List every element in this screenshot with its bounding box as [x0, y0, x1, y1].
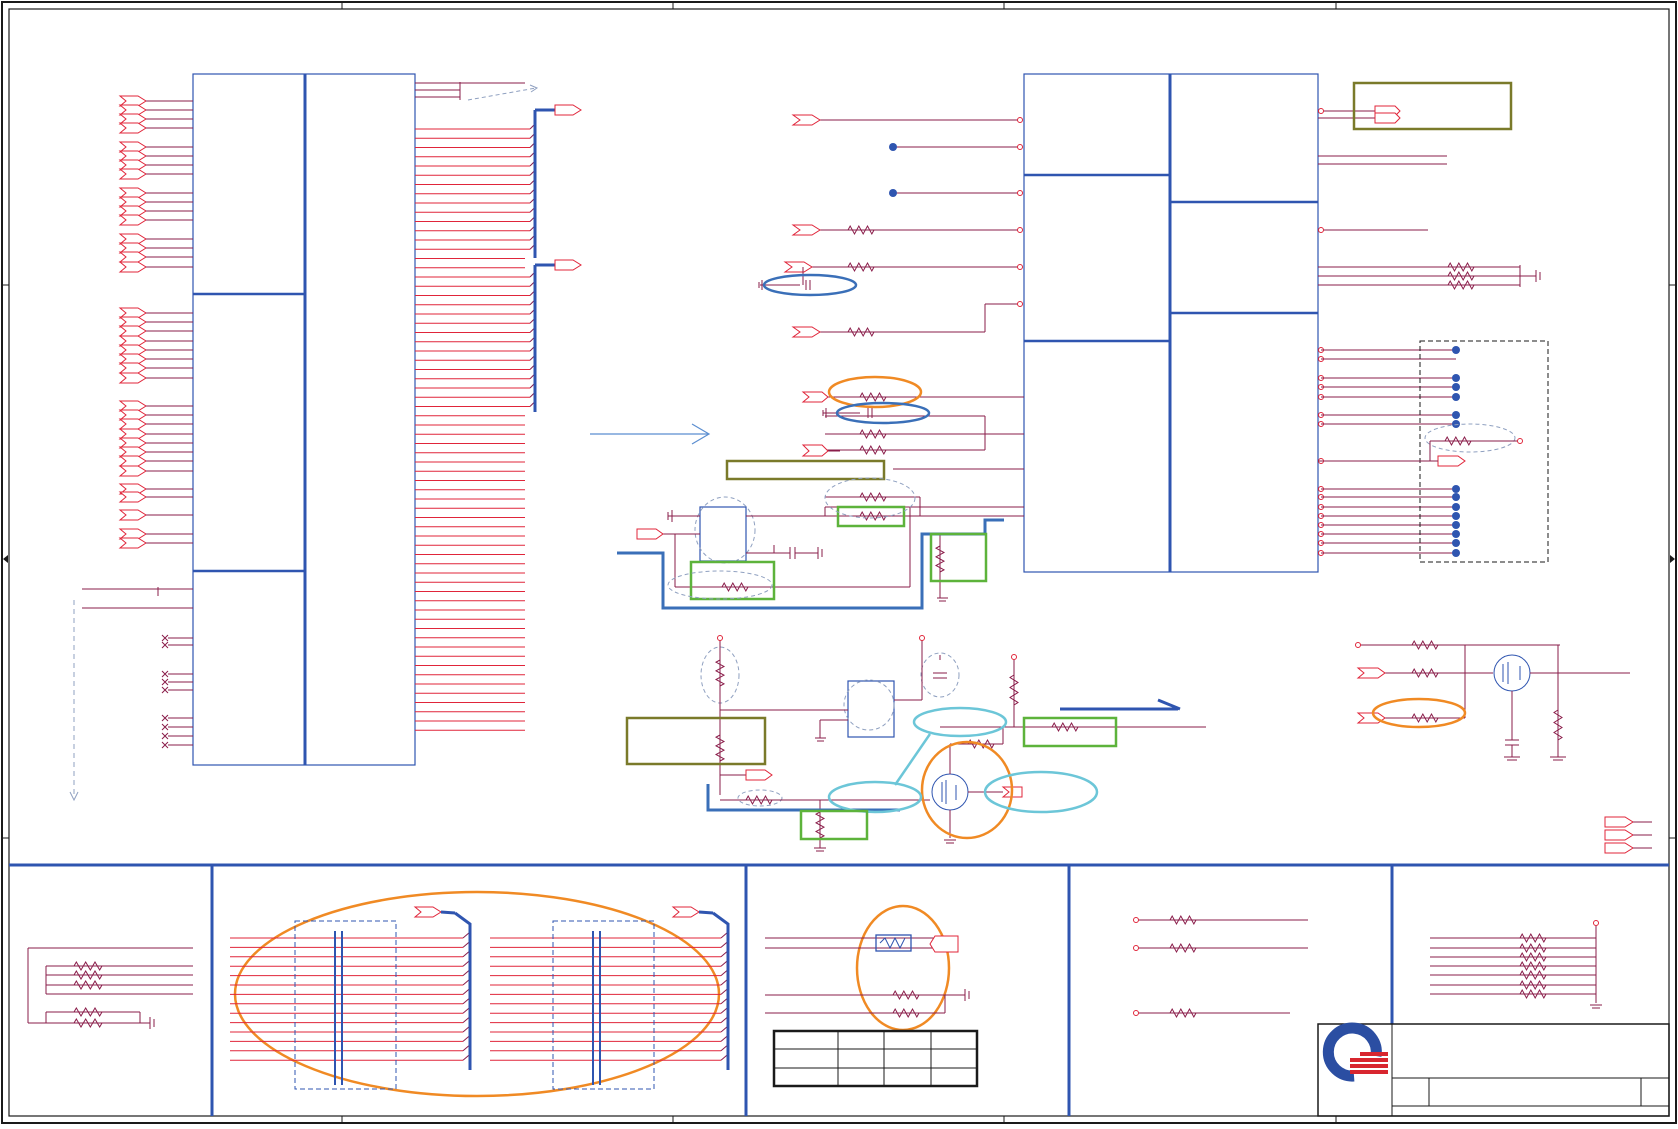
junction-dots: [889, 143, 897, 197]
test-point-dot: [1452, 503, 1460, 511]
pin-dot: [1318, 227, 1324, 233]
bottom-left-section: [27, 947, 193, 1029]
net-flag-input: [118, 362, 147, 374]
resistor-symbol: [859, 491, 887, 503]
resistor-symbol: [1411, 667, 1439, 679]
pin-dot: [1017, 301, 1023, 307]
bottom-bus-frames: [294, 906, 730, 1090]
resistor-symbol: [859, 510, 887, 522]
pin-dot: [1017, 264, 1023, 270]
bottom-right-flags: [1604, 816, 1652, 854]
test-point-dot: [1452, 393, 1460, 401]
left-dashed-arrow: [69, 587, 193, 802]
resistor-symbol: [859, 444, 887, 456]
resistor-symbol: [1411, 639, 1439, 651]
net-flag-input: [118, 491, 147, 503]
resistor-symbol: [1447, 279, 1475, 291]
ground-symbols-mid: [758, 280, 873, 457]
bottom-bus-lines: [230, 931, 729, 1061]
ic-left-pin-dots: [1017, 117, 1023, 307]
small-ic-u2: [700, 646, 960, 807]
no-connect-mark: [161, 741, 169, 749]
test-point-dot: [1452, 493, 1460, 501]
test-point-dot: [1452, 512, 1460, 520]
net-flag-input: [118, 251, 147, 263]
mosfet-right: [1493, 654, 1531, 692]
no-connect-mark: [161, 678, 169, 686]
schematic-canvas: [1, 1, 1677, 1124]
test-point-dot: [1452, 346, 1460, 354]
annotation-cyan-rings: [827, 706, 1099, 814]
connector-block-left: [192, 73, 416, 766]
net-flag-input: [118, 509, 147, 521]
resistor-symbol: [847, 326, 875, 338]
resistor-symbol: [1447, 261, 1475, 273]
test-point-dot: [1452, 530, 1460, 538]
resistor-symbol: [847, 261, 875, 273]
flow-arrow-lower: [1060, 698, 1181, 711]
bottom-table: [772, 1029, 979, 1088]
company-logo: [1322, 1022, 1388, 1082]
test-point-dot: [1452, 420, 1460, 428]
ic-block-right: [1023, 73, 1319, 573]
pin-dot: [1017, 190, 1023, 196]
net-flag-input: [118, 537, 147, 549]
resistor-symbol: [859, 428, 887, 440]
resistor-symbol: [1411, 712, 1439, 724]
net-flag-input: [118, 465, 147, 477]
no-connect-mark: [161, 670, 169, 678]
net-flag-input: [118, 214, 147, 226]
net-flag-input: [118, 261, 147, 273]
no-connect-mark: [161, 723, 169, 731]
schematic-sheet: [0, 0, 1678, 1125]
ic-right-nets: [1318, 105, 1541, 287]
no-connect-mark: [161, 732, 169, 740]
right-output-pins: [415, 123, 536, 731]
no-connect-mark: [161, 634, 169, 642]
net-flag-input: [118, 418, 147, 430]
test-point-dot: [1452, 549, 1460, 557]
top-net-flags: [415, 82, 582, 412]
resistor-symbol: [1553, 709, 1563, 741]
mosfet-lower: [931, 773, 969, 811]
net-flag-input: [118, 325, 147, 337]
bottom-right-section: [1430, 920, 1602, 1009]
no-connect-mark: [161, 641, 169, 649]
pin-dot: [1017, 117, 1023, 123]
bottom-middle-section: [765, 934, 970, 1014]
annotation-green-boxes: [689, 505, 1118, 841]
test-point-dot: [1452, 539, 1460, 547]
test-point-dot: [1452, 411, 1460, 419]
resistor-symbol: [859, 391, 887, 403]
test-point-dot: [1452, 383, 1460, 391]
ic-right-pin-dots: [1318, 108, 1456, 556]
pin-dot: [1318, 108, 1324, 114]
bottom-rightmid-section: [1133, 917, 1308, 1016]
pin-dot: [1017, 227, 1023, 233]
net-flag-input: [118, 455, 147, 467]
pin-dot: [1017, 144, 1023, 150]
no-connect-mark: [161, 686, 169, 694]
test-point-dot: [1452, 521, 1460, 529]
flow-arrow-middle: [590, 423, 711, 445]
test-point-dot: [1452, 374, 1460, 382]
net-flag-input: [118, 372, 147, 384]
resistor-symbol: [847, 224, 875, 236]
test-point-dot: [1452, 485, 1460, 493]
net-flag-input: [118, 122, 147, 134]
small-ic-u1-nets: [636, 506, 1024, 602]
resistor-symbol: [1447, 270, 1475, 282]
resistor-array-b: [1411, 261, 1563, 741]
net-flag-input: [118, 168, 147, 180]
no-connect-mark: [161, 714, 169, 722]
annotation-blue-rings: [762, 273, 931, 425]
left-input-pins: [118, 95, 193, 749]
